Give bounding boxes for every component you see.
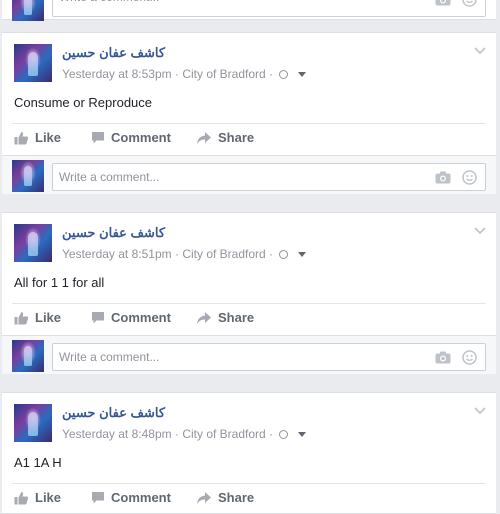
author-name[interactable]: كاشف عفان حسين bbox=[62, 45, 165, 61]
emoji-icon[interactable] bbox=[462, 350, 477, 365]
author-name[interactable]: كاشف عفان حسين bbox=[62, 225, 165, 241]
like-label: Like bbox=[35, 130, 62, 145]
like-icon bbox=[14, 311, 29, 324]
like-icon bbox=[14, 491, 29, 504]
camera-icon[interactable] bbox=[435, 351, 451, 364]
emoji-icon[interactable] bbox=[462, 170, 477, 185]
post-location[interactable]: City of Bradford bbox=[182, 67, 265, 81]
post-text: A1 1A H bbox=[14, 455, 62, 470]
comment-label: Comment bbox=[111, 130, 171, 145]
camera-icon[interactable] bbox=[435, 0, 451, 6]
comment-input[interactable] bbox=[59, 0, 409, 6]
chevron-down-icon[interactable] bbox=[472, 45, 488, 57]
comment-icon bbox=[92, 311, 104, 323]
share-button[interactable]: Share bbox=[196, 310, 254, 325]
share-button[interactable]: Share bbox=[196, 490, 254, 505]
like-button[interactable]: Like bbox=[14, 130, 61, 145]
share-icon bbox=[197, 491, 211, 504]
post-text: Consume or Reproduce bbox=[14, 95, 153, 110]
comment-button[interactable]: Comment bbox=[91, 490, 171, 505]
audience-caret-icon[interactable] bbox=[297, 432, 306, 437]
author-name[interactable]: كاشف عفان حسين bbox=[62, 405, 165, 421]
meta-separator: · bbox=[269, 247, 277, 261]
like-button[interactable]: Like bbox=[14, 490, 61, 505]
share-icon bbox=[197, 131, 211, 144]
audience-caret-icon[interactable] bbox=[297, 252, 306, 257]
comment-input-box[interactable] bbox=[52, 163, 486, 191]
author-avatar[interactable] bbox=[14, 224, 52, 262]
like-label: Like bbox=[35, 490, 62, 505]
post-location[interactable]: City of Bradford bbox=[182, 247, 265, 261]
comment-composer bbox=[2, 155, 496, 194]
post-card: كاشف عفان حسين Yesterday at 8:51pm · Cit… bbox=[2, 212, 496, 374]
camera-icon[interactable] bbox=[435, 171, 451, 184]
post-meta: Yesterday at 8:48pm · City of Bradford · bbox=[62, 427, 306, 441]
divider bbox=[12, 123, 486, 124]
post-text: All for 1 1 for all bbox=[14, 275, 105, 290]
comment-input-box[interactable] bbox=[52, 0, 486, 17]
divider bbox=[12, 483, 486, 484]
share-button[interactable]: Share bbox=[196, 130, 254, 145]
comment-button[interactable]: Comment bbox=[91, 130, 171, 145]
chevron-down-icon[interactable] bbox=[472, 225, 488, 237]
comment-composer bbox=[2, 335, 496, 374]
share-label: Share bbox=[218, 490, 255, 505]
share-label: Share bbox=[218, 130, 255, 145]
comment-button[interactable]: Comment bbox=[91, 310, 171, 325]
post-meta: Yesterday at 8:53pm · City of Bradford · bbox=[62, 67, 306, 81]
author-avatar[interactable] bbox=[14, 44, 52, 82]
avatar[interactable] bbox=[12, 0, 44, 21]
like-label: Like bbox=[35, 310, 62, 325]
post-card: كاشف عفان حسين Yesterday at 8:48pm · Cit… bbox=[2, 392, 496, 514]
avatar[interactable] bbox=[12, 160, 44, 192]
globe-icon bbox=[279, 70, 289, 79]
post-time[interactable]: Yesterday at 8:53pm bbox=[62, 67, 172, 81]
meta-separator: · bbox=[269, 427, 277, 441]
comment-icon bbox=[92, 491, 104, 503]
chevron-down-icon[interactable] bbox=[472, 405, 488, 417]
post-time[interactable]: Yesterday at 8:51pm bbox=[62, 247, 172, 261]
comment-label: Comment bbox=[111, 490, 171, 505]
globe-icon bbox=[279, 250, 289, 259]
comment-label: Comment bbox=[111, 310, 171, 325]
post-card: كاشف عفان حسين Yesterday at 8:53pm · Cit… bbox=[2, 32, 496, 194]
like-icon bbox=[14, 131, 29, 144]
meta-separator: · bbox=[269, 67, 277, 81]
comment-input-box[interactable] bbox=[52, 343, 486, 371]
audience-caret-icon[interactable] bbox=[297, 72, 306, 77]
divider bbox=[12, 303, 486, 304]
post-meta: Yesterday at 8:51pm · City of Bradford · bbox=[62, 247, 306, 261]
share-label: Share bbox=[218, 310, 255, 325]
comment-input[interactable] bbox=[59, 348, 409, 366]
previous-post-composer-card bbox=[2, 0, 496, 21]
post-location[interactable]: City of Bradford bbox=[182, 427, 265, 441]
comment-input[interactable] bbox=[59, 168, 409, 186]
comment-icon bbox=[92, 131, 104, 143]
post-time[interactable]: Yesterday at 8:48pm bbox=[62, 427, 172, 441]
like-button[interactable]: Like bbox=[14, 310, 61, 325]
share-icon bbox=[197, 311, 211, 324]
author-avatar[interactable] bbox=[14, 404, 52, 442]
emoji-icon[interactable] bbox=[462, 0, 477, 7]
avatar[interactable] bbox=[12, 340, 44, 372]
globe-icon bbox=[279, 430, 289, 439]
